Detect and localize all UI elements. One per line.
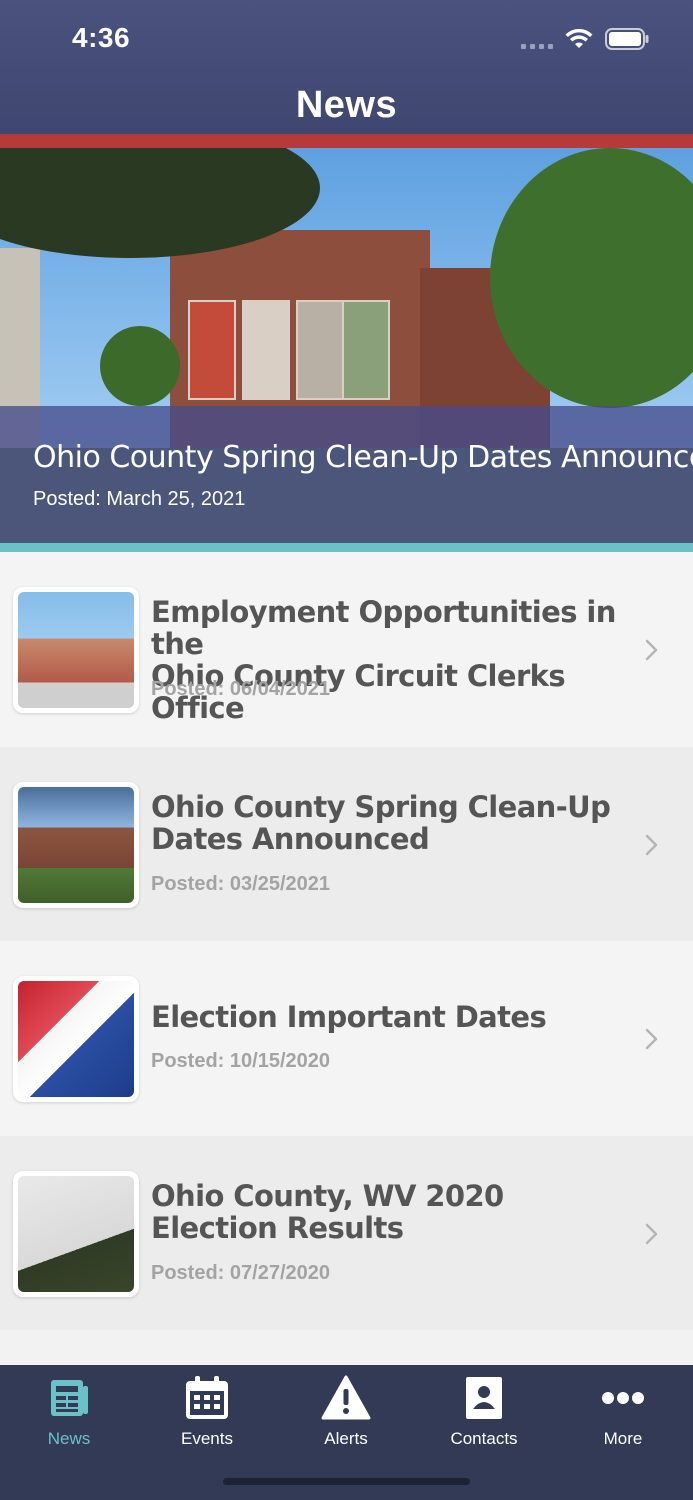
page-title: News xyxy=(295,84,398,126)
news-date: Posted: 03/25/2021 xyxy=(151,872,330,895)
chevron-right-icon xyxy=(645,1028,658,1050)
news-thumbnail xyxy=(13,587,139,713)
chevron-right-icon xyxy=(645,1223,658,1244)
news-title: Ohio County Spring Clean-Up Dates Announ… xyxy=(151,791,621,855)
more-dots-icon xyxy=(598,1373,648,1423)
chevron-right-icon xyxy=(645,834,658,855)
chevron-right-icon xyxy=(645,639,658,661)
news-list-item[interactable]: Ohio County Spring Clean-Up Dates Announ… xyxy=(0,746,693,941)
tab-more[interactable]: More xyxy=(554,1373,692,1453)
contact-card-icon xyxy=(459,1373,509,1423)
thumbnail-image xyxy=(18,1175,134,1292)
header-accent-strip xyxy=(0,134,693,148)
news-list-item[interactable]: Ohio County, WV 2020 Election Results Po… xyxy=(0,1135,693,1330)
home-indicator[interactable] xyxy=(223,1478,470,1485)
tab-contacts[interactable]: Contacts xyxy=(415,1373,553,1453)
featured-date: Posted: March 25, 2021 xyxy=(33,488,246,510)
tab-alerts[interactable]: Alerts xyxy=(277,1373,415,1453)
navigation-header: 4:36 News xyxy=(0,0,693,134)
news-title-line: Election Results xyxy=(151,1210,404,1245)
tab-label: Alerts xyxy=(324,1429,368,1448)
news-title: Employment Opportunities in the Ohio Cou… xyxy=(151,596,621,724)
news-title-line: Ohio County, WV 2020 xyxy=(151,1178,504,1213)
news-list-item[interactable]: Election Important Dates Posted: 10/15/2… xyxy=(0,941,693,1136)
calendar-icon xyxy=(182,1373,232,1423)
news-thumbnail xyxy=(13,781,139,908)
news-title-line: Dates Announced xyxy=(151,821,430,856)
status-time: 4:36 xyxy=(72,22,131,53)
news-title-line: Election Important Dates xyxy=(151,1000,547,1034)
cellular-signal-icon xyxy=(521,29,553,49)
featured-title: Ohio County Spring Clean-Up Dates Announ… xyxy=(33,440,693,475)
news-title-line: Ohio County Spring Clean-Up xyxy=(151,789,611,824)
tab-label: Events xyxy=(181,1429,233,1448)
news-date: Posted: 07/27/2020 xyxy=(151,1261,330,1284)
news-date: Posted: 06/04/2021 xyxy=(151,678,330,700)
news-title: Election Important Dates xyxy=(151,1001,621,1033)
warning-icon xyxy=(321,1373,371,1423)
news-thumbnail xyxy=(13,976,139,1102)
featured-news-card[interactable]: Ohio County Spring Clean-Up Dates Announ… xyxy=(0,148,693,543)
tab-label: News xyxy=(47,1429,91,1448)
status-indicators xyxy=(521,28,649,50)
thumbnail-image xyxy=(18,786,134,903)
news-list-item[interactable]: Employment Opportunities in the Ohio Cou… xyxy=(0,552,693,747)
mural-panel xyxy=(188,300,236,400)
mural-panel xyxy=(242,300,290,400)
battery-icon xyxy=(605,28,649,50)
tab-news[interactable]: News xyxy=(0,1373,138,1453)
mural-panel xyxy=(296,300,344,400)
news-date: Posted: 10/15/2020 xyxy=(151,1050,330,1072)
mural-panel xyxy=(342,300,390,400)
news-list: Employment Opportunities in the Ohio Cou… xyxy=(0,552,693,1330)
tab-events[interactable]: Events xyxy=(138,1373,276,1453)
featured-accent-strip xyxy=(0,543,693,552)
tab-label: More xyxy=(603,1429,643,1448)
news-thumbnail xyxy=(13,1170,139,1297)
news-title-line: Employment Opportunities in the xyxy=(151,595,616,661)
tree-shape xyxy=(100,326,180,406)
newspaper-icon xyxy=(44,1373,94,1423)
wifi-icon xyxy=(565,28,593,50)
tab-label: Contacts xyxy=(450,1429,518,1448)
news-title: Ohio County, WV 2020 Election Results xyxy=(151,1180,621,1244)
thumbnail-image xyxy=(18,592,134,708)
thumbnail-image xyxy=(18,981,134,1097)
news-screen: 4:36 News Ohio County Spring Clean-Up Da… xyxy=(0,0,693,1500)
